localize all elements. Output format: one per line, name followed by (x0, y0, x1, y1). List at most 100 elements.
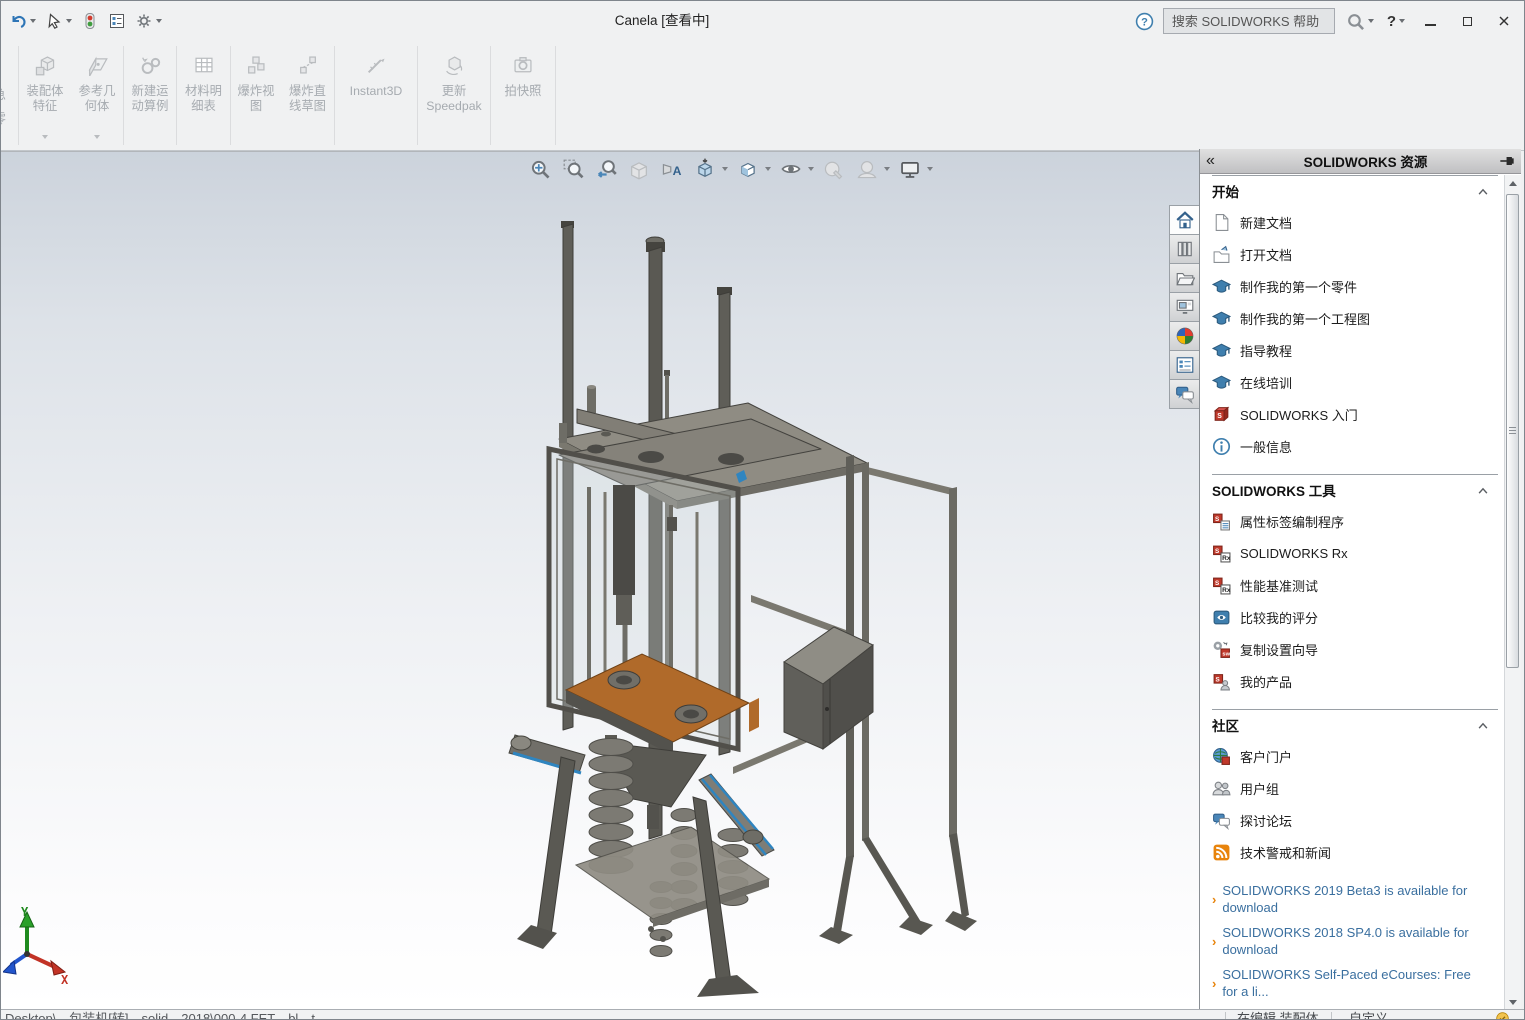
interference-check-button[interactable] (79, 10, 101, 32)
ribbon-button-new-motion-study[interactable]: 新建运 动算例 (124, 41, 176, 150)
properties-icon (108, 12, 126, 30)
taskpane-tab-solidworks-forum[interactable] (1169, 379, 1199, 409)
chevron-up-icon[interactable] (1476, 185, 1490, 197)
search-box (1163, 8, 1335, 34)
ribbon-button-label: 参考几 何体 (79, 84, 116, 114)
list-item[interactable]: 技术警戒和新闻 (1210, 836, 1500, 868)
section-header[interactable]: 社区 (1210, 710, 1500, 740)
ribbon-button-update-speedpak[interactable]: 更新 Speedpak (418, 41, 490, 150)
select-button[interactable] (43, 10, 74, 32)
restore-button[interactable] (1453, 8, 1481, 34)
list-item[interactable]: 用户组 (1210, 772, 1500, 804)
list-item[interactable]: SSOLIDWORKS 入门 (1210, 398, 1500, 430)
taskpane-scrollbar[interactable] (1504, 175, 1521, 1011)
ribbon-button-explode-line-sketch[interactable]: 爆炸直 线草图 (281, 41, 334, 150)
taskpane-tab-solidworks-resources[interactable] (1169, 205, 1199, 235)
list-item[interactable]: sw复制设置向导 (1210, 633, 1500, 665)
section-header[interactable]: SOLIDWORKS 工具 (1210, 475, 1500, 505)
list-item[interactable]: S属性标签编制程序 (1210, 505, 1500, 537)
scrollbar-thumb[interactable] (1506, 194, 1519, 668)
list-item[interactable]: S我的产品 (1210, 665, 1500, 697)
list-item-label: 探讨论坛 (1240, 811, 1292, 830)
zoom-to-fit-button[interactable] (526, 155, 553, 182)
graphics-viewport[interactable]: A (1, 151, 1201, 1009)
news-link[interactable]: ›SOLIDWORKS 2019 Beta3 is available for … (1210, 880, 1488, 922)
apply-scene-button (853, 155, 880, 182)
view-settings-button[interactable] (896, 155, 923, 182)
search-input[interactable] (1170, 13, 1328, 30)
pin-icon[interactable] (1499, 153, 1515, 169)
ribbon-button-assembly-features[interactable]: 装配体 特征 (19, 41, 71, 150)
list-item[interactable]: 在线培训 (1210, 366, 1500, 398)
ribbon-clipped-button[interactable]: 急零 (1, 41, 18, 150)
assembly-model[interactable] (501, 187, 981, 1007)
search-button[interactable] (1344, 10, 1376, 33)
chevron-up-icon[interactable] (1476, 719, 1490, 731)
list-item[interactable]: 制作我的第一个工程图 (1210, 302, 1500, 334)
hide-show-items-button[interactable] (777, 155, 804, 182)
taskpane-tab-custom-properties[interactable] (1169, 350, 1199, 380)
status-tag-icon[interactable] (1495, 1011, 1510, 1020)
news-link[interactable]: ›SOLIDWORKS Self-Paced eCourses: Free fo… (1210, 964, 1488, 1006)
ribbon-button-take-snapshot[interactable]: 拍快照 (491, 41, 555, 150)
chevron-down-icon[interactable] (765, 167, 771, 171)
taskpane-tab-view-palette[interactable] (1169, 292, 1199, 322)
close-button[interactable] (1490, 8, 1518, 34)
chevron-down-icon[interactable] (722, 167, 728, 171)
list-item[interactable]: 打开文档 (1210, 238, 1500, 270)
zoom-to-fit-icon (529, 158, 551, 180)
list-item[interactable]: 客户门户 (1210, 740, 1500, 772)
ribbon-button-reference-geometry[interactable]: 参考几 何体 (71, 41, 123, 150)
chevron-down-icon[interactable] (808, 167, 814, 171)
compare-icon (1212, 608, 1231, 627)
status-customize-button[interactable]: 自定义 (1349, 1011, 1388, 1020)
list-item[interactable]: 制作我的第一个零件 (1210, 270, 1500, 302)
view-orientation-button[interactable] (691, 155, 718, 182)
chevron-down-icon[interactable] (927, 167, 933, 171)
annotation-view-icon: A (661, 158, 683, 180)
svg-text:Y: Y (21, 905, 29, 919)
display-style-button[interactable] (734, 155, 761, 182)
chevron-up-icon[interactable] (1476, 484, 1490, 496)
chevron-down-icon[interactable] (42, 135, 48, 139)
ribbon-button-exploded-view[interactable]: 爆炸视 图 (231, 41, 281, 150)
scroll-up-button[interactable] (1505, 175, 1521, 192)
taskpane-tab-design-library[interactable] (1169, 234, 1199, 264)
list-item[interactable]: 指导教程 (1210, 334, 1500, 366)
options-button[interactable] (133, 10, 164, 32)
chevron-down-icon[interactable] (30, 19, 36, 23)
zoom-to-area-button[interactable] (559, 155, 586, 182)
list-item[interactable]: 一般信息 (1210, 430, 1500, 462)
ribbon-clipped-char: 急 (1, 83, 6, 107)
list-item-label: 比较我的评分 (1240, 608, 1318, 627)
previous-view-button[interactable] (592, 155, 619, 182)
ribbon-button-bill-of-materials[interactable]: 材料明 细表 (177, 41, 230, 150)
taskpane-tab-file-explorer[interactable] (1169, 263, 1199, 293)
list-item[interactable]: 新建文档 (1210, 206, 1500, 238)
undo-button[interactable] (7, 10, 38, 32)
taskpane-tab-appearances-scenes[interactable] (1169, 321, 1199, 351)
list-item[interactable]: 比较我的评分 (1210, 601, 1500, 633)
quick-access-toolbar (7, 1, 164, 41)
news-link-label: SOLIDWORKS Self-Paced eCourses: Free for… (1222, 966, 1488, 1000)
chevron-down-icon[interactable] (1399, 19, 1405, 23)
section-header[interactable]: 开始 (1210, 176, 1500, 206)
chevron-down-icon[interactable] (1368, 19, 1374, 23)
help-menu-button[interactable]: ? (1385, 11, 1407, 32)
collapse-panel-button[interactable]: « (1206, 152, 1232, 170)
properties-button[interactable] (106, 10, 128, 32)
chevron-down-icon[interactable] (156, 19, 162, 23)
search-icon (1346, 12, 1365, 31)
list-item[interactable]: SRx性能基准测试 (1210, 569, 1500, 601)
ribbon-button-instant3d[interactable]: Instant3D (335, 41, 417, 150)
view-palette-icon (1175, 297, 1195, 317)
news-link[interactable]: ›SOLIDWORKS 2018 SP4.0 is available for … (1210, 922, 1488, 964)
file-explorer-icon (1175, 268, 1195, 288)
section-title: SOLIDWORKS 工具 (1212, 480, 1336, 500)
chevron-down-icon[interactable] (94, 135, 100, 139)
annotation-view-button[interactable]: A (658, 155, 685, 182)
list-item[interactable]: SRxSOLIDWORKS Rx (1210, 537, 1500, 569)
chevron-down-icon[interactable] (66, 19, 72, 23)
list-item[interactable]: 探讨论坛 (1210, 804, 1500, 836)
minimize-button[interactable] (1416, 8, 1444, 34)
